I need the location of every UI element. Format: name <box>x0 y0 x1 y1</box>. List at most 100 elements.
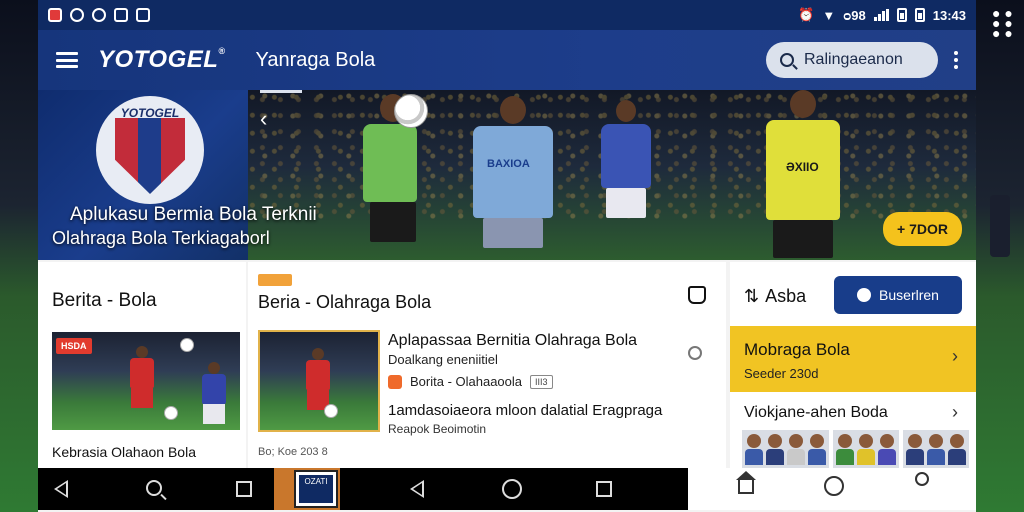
chevron-right-icon-2[interactable]: › <box>952 402 958 423</box>
news-source: Borita - Olahaaoola III3 <box>388 374 553 389</box>
subscribe-label: Buserlren <box>879 287 939 303</box>
recents-icon-2[interactable] <box>596 481 612 497</box>
background-stadium-left <box>0 0 38 512</box>
side-panel-right: ⇅ Asba Buserlren Mobraga Bola Seeder 230… <box>730 262 976 468</box>
clock: 13:43 <box>932 7 966 23</box>
battery-icon <box>896 8 907 22</box>
carousel-indicator <box>260 90 302 93</box>
news-headline[interactable]: Aplapassaa Bernitia Olahraga Bola <box>388 332 637 350</box>
follow-chip-button[interactable]: + 7DOR <box>883 212 962 246</box>
player-avatars <box>742 430 969 468</box>
source-name: Borita - Olahaaoola <box>410 374 523 389</box>
status-bar: ⏰ ▼ ᴑ98 13:43 <box>38 0 976 30</box>
app-window: ⏰ ▼ ᴑ98 13:43 YOTOGEL® Yanraga Bola Rali… <box>38 0 976 512</box>
back-icon-2[interactable] <box>410 480 424 498</box>
home-icon[interactable] <box>502 479 522 499</box>
chevron-left-icon[interactable]: ‹ <box>260 106 267 132</box>
news-meta: Bo; Koe 203 8 <box>258 446 328 458</box>
category-tag <box>258 274 292 286</box>
sort-icon: ⇅ <box>744 286 760 306</box>
highlight-item[interactable]: Mobraga Bola Seeder 230d › <box>730 326 976 392</box>
player-figure <box>130 346 154 408</box>
side-panel <box>990 195 1010 257</box>
tab-discover[interactable] <box>814 472 854 496</box>
avatar-group-2[interactable] <box>833 430 899 468</box>
side-header[interactable]: ⇅ Asba <box>744 286 806 307</box>
player-jersey-text-2: ƏXIIO <box>786 160 819 174</box>
user-add-icon <box>857 288 872 302</box>
hero-subtitle: Olahraga Bola Terkiagaborl <box>52 228 270 248</box>
battery-icon-2 <box>914 8 925 22</box>
bell-icon[interactable] <box>688 286 706 304</box>
wifi-icon: ▼ <box>822 7 836 23</box>
crest-text: YOTOGEL <box>120 106 180 120</box>
news-subheadline: Doalkang eneniitiel <box>388 352 498 367</box>
hero-title: Aplukasu Bermia Bola Terknii <box>70 204 317 225</box>
player-jersey-text: BAXIOA <box>487 158 530 170</box>
subscribe-button[interactable]: Buserlren <box>834 276 962 314</box>
news-caption: Kebrasia Olahaon Bola <box>52 444 196 460</box>
chevron-right-icon: › <box>952 346 958 366</box>
gallery-icon <box>114 8 128 22</box>
signal-icon <box>873 9 889 21</box>
side-header-label: Asba <box>765 286 807 306</box>
football-image-2 <box>164 406 178 420</box>
tab-profile[interactable] <box>902 472 942 486</box>
background-stadium-right: ● ● ● ● ● ● <box>976 0 1024 512</box>
search-input[interactable]: Ralingaeanon <box>766 42 938 78</box>
section-title-middle: Beria - Olahraga Bola <box>258 292 432 312</box>
player-figure <box>306 348 330 410</box>
news-card-middle[interactable]: Beria - Olahraga Bola Aplapassaa Berniti… <box>248 262 726 468</box>
share-icon[interactable] <box>688 346 702 360</box>
system-nav-bar: OZATI <box>38 468 976 510</box>
highlight-subtitle: Seeder 230d <box>744 366 819 381</box>
source-badge: III3 <box>530 374 553 389</box>
notification-icon <box>48 8 62 22</box>
football-image <box>180 338 194 352</box>
alarm-icon: ⏰ <box>798 7 815 22</box>
home-tab-icon <box>736 471 756 494</box>
settings-icon <box>92 8 106 22</box>
menu-icon[interactable] <box>56 52 78 68</box>
avatar-group[interactable] <box>742 430 829 468</box>
app-tab-bar <box>688 468 976 510</box>
app-switcher-thumb[interactable]: OZATI <box>274 468 340 510</box>
more-vertical-icon[interactable]: ● ● ● ● ● ● <box>992 6 1013 40</box>
search-icon <box>780 53 794 67</box>
news-headline-2[interactable]: 1amdasoiaeora mloon dalatial Eragpraga <box>388 402 662 419</box>
avatar-group-3[interactable] <box>903 430 969 468</box>
football-image <box>394 94 428 128</box>
image-icon <box>136 8 150 22</box>
sync-icon <box>70 8 84 22</box>
discover-icon <box>824 476 844 496</box>
app-thumb-label: OZATI <box>299 475 333 503</box>
page-title: Yanraga Bola <box>255 48 376 71</box>
crest-shield-icon <box>115 118 185 194</box>
app-logo[interactable]: YOTOGEL® <box>98 46 226 74</box>
profile-icon <box>915 472 929 486</box>
tab-home[interactable] <box>726 471 766 494</box>
news-thumbnail[interactable]: HSDA <box>52 332 240 430</box>
list-item-title[interactable]: Viokjane-ahen Boda <box>744 404 888 422</box>
hero-banner[interactable]: YOTOGEL Aplukasu Bermia Bola Terknii Ola… <box>38 90 976 260</box>
news-subheadline-2: Reapok Beoimotin <box>388 422 487 436</box>
app-bar: YOTOGEL® Yanraga Bola Ralingaeanon <box>38 30 976 90</box>
channel-badge: HSDA <box>56 338 92 354</box>
player-figure-2 <box>202 362 226 424</box>
club-crest-logo: YOTOGEL <box>96 96 204 204</box>
news-thumbnail-middle[interactable] <box>258 330 380 432</box>
recents-icon[interactable] <box>236 481 252 497</box>
section-title: Berita - Bola <box>52 290 157 311</box>
player-yellow: ƏXIIO <box>763 90 843 258</box>
player-blue: BAXIOA <box>468 96 558 248</box>
back-icon[interactable] <box>54 480 68 498</box>
football-image <box>324 404 338 418</box>
highlight-title: Mobraga Bola <box>744 340 850 359</box>
source-icon <box>388 374 402 389</box>
player-navy <box>598 100 654 218</box>
more-icon[interactable] <box>954 51 958 69</box>
signal-text: ᴑ98 <box>843 7 866 23</box>
news-card-left[interactable]: Berita - Bola HSDA Kebrasia Olahaon Bola <box>38 262 246 468</box>
search-icon[interactable] <box>146 480 162 496</box>
search-placeholder: Ralingaeanon <box>804 51 903 68</box>
